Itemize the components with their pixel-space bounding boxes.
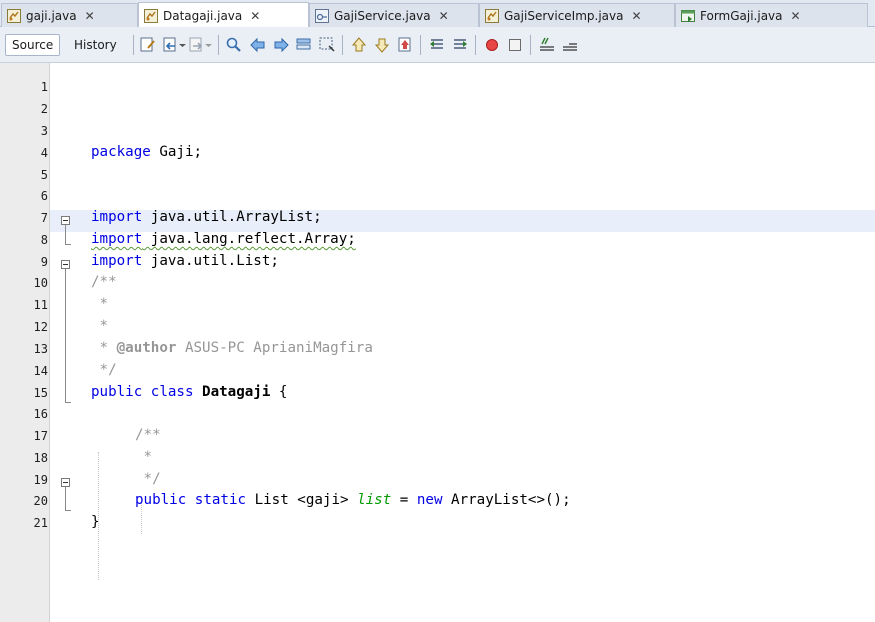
close-icon[interactable]: ✕ — [439, 9, 449, 23]
line-number: 17 — [33, 429, 48, 443]
line-number: 21 — [33, 516, 48, 530]
comment-icon[interactable] — [538, 36, 556, 54]
fold-toggle-icon[interactable] — [61, 478, 70, 487]
rectangular-selection-icon[interactable] — [318, 36, 336, 54]
line-number: 10 — [33, 276, 48, 290]
toolbar-separator — [218, 35, 219, 55]
history-button[interactable]: History — [69, 34, 122, 56]
line-number: 12 — [33, 320, 48, 334]
find-previous-icon[interactable] — [249, 36, 267, 54]
line-number: 20 — [33, 494, 48, 508]
tab-gajiservice-java[interactable]: GajiService.java ✕ — [309, 3, 479, 27]
previous-bookmark-icon[interactable] — [350, 36, 368, 54]
find-icon[interactable] — [225, 36, 243, 54]
line-number: 11 — [33, 298, 48, 312]
tab-gajiserviceimp-java[interactable]: GajiServiceImp.java ✕ — [479, 3, 675, 27]
line-number: 13 — [33, 342, 48, 356]
editor-tab-bar: gaji.java ✕ Datagaji.java ✕ GajiService.… — [0, 0, 875, 28]
chevron-down-icon[interactable] — [204, 36, 213, 54]
line-number: 7 — [40, 211, 48, 225]
toolbar-separator — [133, 35, 134, 55]
line-number: 5 — [40, 168, 48, 182]
tab-label: GajiServiceImp.java — [504, 8, 624, 23]
line-number: 2 — [40, 102, 48, 116]
code-line-17: * — [135, 449, 153, 465]
toolbar-separator — [530, 35, 531, 55]
chevron-down-icon[interactable] — [178, 36, 187, 54]
line-number: 4 — [40, 146, 48, 160]
fold-line — [65, 402, 71, 403]
line-number: 18 — [33, 451, 48, 465]
tab-label: GajiService.java — [334, 8, 431, 23]
shift-line-left-icon[interactable] — [428, 36, 446, 54]
line-number: 6 — [40, 189, 48, 203]
java-file-icon — [7, 8, 21, 23]
fold-line — [65, 225, 66, 244]
line-number: 3 — [40, 124, 48, 138]
line-number: 16 — [33, 407, 48, 421]
toolbar-separator — [342, 35, 343, 55]
code-line-20: } — [91, 514, 100, 530]
close-icon[interactable]: ✕ — [85, 9, 95, 23]
line-number: 14 — [33, 364, 48, 378]
code-line-8: import java.util.List; — [91, 253, 279, 269]
line-number: 8 — [40, 233, 48, 247]
interface-file-icon — [315, 8, 329, 23]
code-line-18: */ — [135, 471, 161, 487]
java-file-icon — [485, 8, 499, 23]
tab-label: FormGaji.java — [700, 8, 783, 23]
close-icon[interactable]: ✕ — [791, 9, 801, 23]
toolbar-separator — [420, 35, 421, 55]
fold-line — [65, 510, 71, 511]
line-number: 15 — [33, 386, 48, 400]
tab-label: Datagaji.java — [163, 8, 243, 23]
next-bookmark-icon[interactable] — [373, 36, 391, 54]
fold-line — [65, 269, 66, 402]
uncomment-icon[interactable] — [561, 36, 579, 54]
fold-line — [65, 244, 71, 245]
code-line-16: /** — [135, 427, 161, 443]
editor-toolbar: Source History — [0, 27, 875, 63]
code-line-13: */ — [91, 362, 117, 378]
code-line-11: * — [91, 318, 109, 334]
code-line-12: * @author ASUS-PC AprianiMagfira — [91, 340, 373, 356]
line-number: 1 — [40, 80, 48, 94]
tab-formgaji-java[interactable]: FormGaji.java ✕ — [675, 3, 868, 27]
code-line-7: import java.lang.reflect.Array; — [91, 231, 356, 247]
tab-gaji-java[interactable]: gaji.java ✕ — [1, 3, 138, 27]
code-line-3: package Gaji; — [91, 144, 203, 160]
toolbar-separator — [475, 35, 476, 55]
code-line-6: import java.util.ArrayList; — [91, 209, 322, 225]
close-icon[interactable]: ✕ — [250, 9, 260, 23]
fold-toggle-icon[interactable] — [61, 260, 70, 269]
code-line-10: * — [91, 296, 109, 312]
code-line-9: /** — [91, 274, 117, 290]
stop-macro-recording-icon[interactable] — [506, 36, 524, 54]
shift-line-right-icon[interactable] — [451, 36, 469, 54]
fold-toggle-icon[interactable] — [61, 216, 70, 225]
start-macro-recording-icon[interactable] — [483, 36, 501, 54]
last-edit-icon[interactable] — [139, 36, 157, 54]
tab-label: gaji.java — [26, 8, 77, 23]
line-number: 19 — [33, 473, 48, 487]
find-next-icon[interactable] — [272, 36, 290, 54]
java-file-icon — [144, 8, 158, 23]
code-line-14: public class Datagaji { — [91, 384, 288, 400]
tab-datagaji-java[interactable]: Datagaji.java ✕ — [138, 2, 309, 28]
toggle-highlight-icon[interactable] — [295, 36, 313, 54]
form-file-icon — [681, 9, 695, 22]
toggle-bookmark-icon[interactable] — [396, 36, 414, 54]
line-number: 9 — [40, 255, 48, 269]
close-icon[interactable]: ✕ — [631, 9, 641, 23]
code-line-19: public static List <gaji> list = new Arr… — [135, 492, 571, 508]
fold-line — [65, 487, 66, 510]
source-button[interactable]: Source — [5, 34, 61, 56]
unused-import-warning: import java.lang.reflect.Array; — [91, 231, 356, 247]
